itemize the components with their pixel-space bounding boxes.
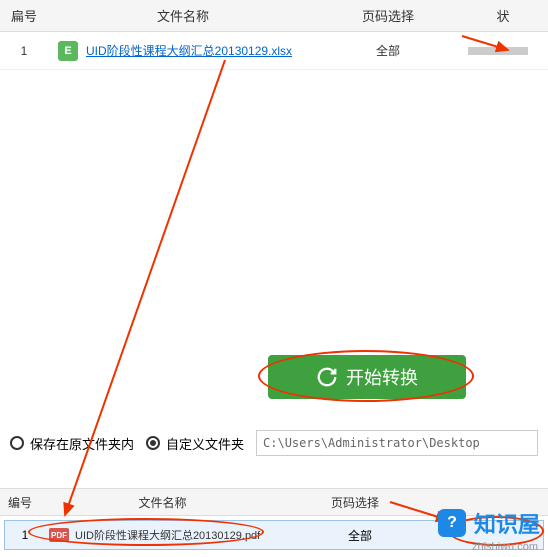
annotation-arrow	[0, 30, 548, 550]
col-header-page[interactable]: 页码选择	[318, 6, 458, 25]
radio-same-folder[interactable]: 保存在原文件夹内	[10, 434, 134, 453]
bcol-header-num[interactable]: 编号	[0, 494, 40, 511]
start-convert-label: 开始转换	[346, 364, 418, 390]
refresh-icon	[316, 366, 338, 388]
page-select-value[interactable]: 全部	[290, 527, 430, 544]
file-name-text: UID阶段性课程大纲汇总20130129.pdf	[75, 527, 260, 543]
radio-icon	[10, 436, 24, 450]
watermark-text: 知识屋	[474, 507, 540, 539]
col-header-num[interactable]: 扁号	[0, 6, 48, 25]
watermark: ? 知识屋	[438, 507, 540, 539]
col-header-name[interactable]: 文件名称	[48, 6, 318, 25]
radio-icon-checked	[146, 436, 160, 450]
radio-custom-folder[interactable]: 自定义文件夹	[146, 434, 244, 453]
bcol-header-name[interactable]: 文件名称	[40, 494, 285, 511]
watermark-url: zhishiwu.com	[472, 541, 538, 553]
save-options-row: 保存在原文件夹内 自定义文件夹	[10, 430, 538, 456]
file-name-link[interactable]: UID阶段性课程大纲汇总20130129.xlsx	[86, 42, 292, 59]
radio-custom-folder-label: 自定义文件夹	[166, 434, 244, 453]
page-select-value[interactable]: 全部	[318, 42, 458, 59]
radio-same-folder-label: 保存在原文件夹内	[30, 434, 134, 453]
save-path-input[interactable]	[256, 430, 538, 456]
watermark-icon: ?	[438, 509, 466, 537]
col-header-status[interactable]: 状	[458, 6, 548, 25]
table-row[interactable]: 1 E UID阶段性课程大纲汇总20130129.xlsx 全部	[0, 32, 548, 70]
row-number: 1	[5, 528, 45, 542]
bcol-header-page[interactable]: 页码选择	[285, 494, 425, 511]
start-convert-button[interactable]: 开始转换	[268, 355, 466, 399]
row-number: 1	[0, 44, 48, 58]
pdf-file-icon: PDF	[49, 528, 69, 542]
status-cell	[458, 47, 548, 55]
top-table-header: 扁号 文件名称 页码选择 状	[0, 0, 548, 32]
excel-file-icon: E	[58, 41, 78, 61]
status-progress-bar	[468, 47, 528, 55]
